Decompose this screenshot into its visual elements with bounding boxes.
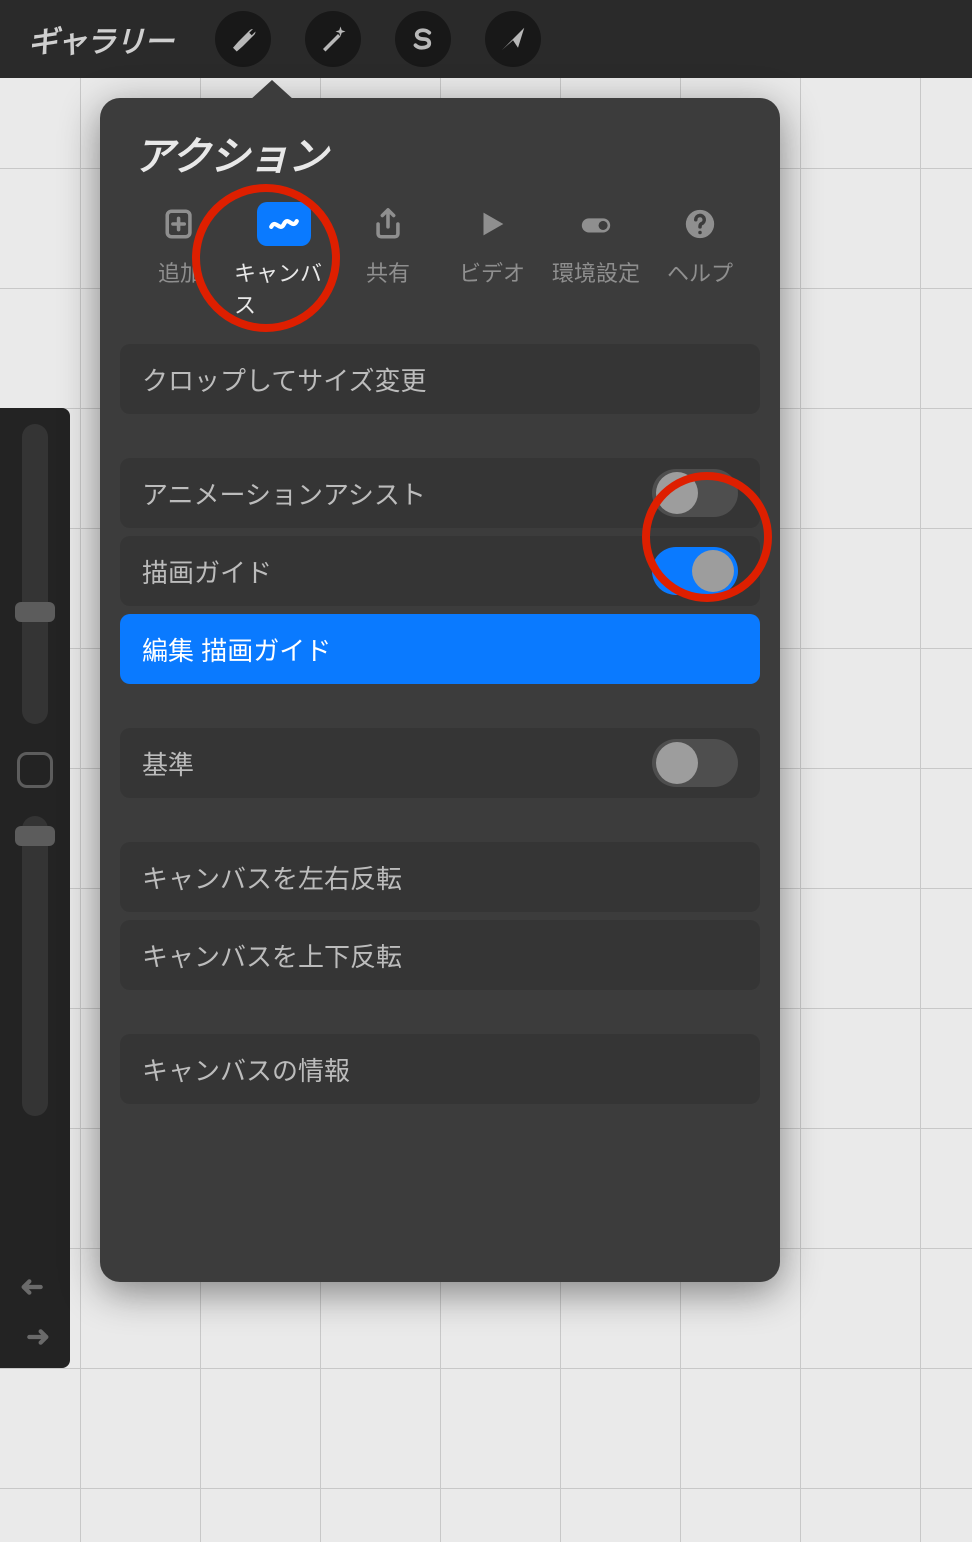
add-icon — [163, 207, 197, 241]
toggle-drawing-guide[interactable] — [652, 547, 738, 595]
row-edit-drawing-guide[interactable]: 編集 描画ガイド — [120, 614, 760, 684]
tab-share[interactable]: 共有 — [338, 202, 438, 320]
tab-canvas[interactable]: キャンバス — [234, 202, 334, 320]
toggle-reference[interactable] — [652, 739, 738, 787]
redo-button[interactable] — [10, 1312, 60, 1362]
canvas-options-list: クロップしてサイズ変更 アニメーションアシスト 描画ガイド 編集 描画ガイド 基… — [120, 344, 760, 1104]
tab-prefs[interactable]: 環境設定 — [546, 202, 646, 320]
modifier-button[interactable] — [17, 752, 53, 788]
top-toolbar: ギャラリー — [0, 0, 972, 78]
selection-button[interactable] — [395, 11, 451, 67]
row-crop-resize[interactable]: クロップしてサイズ変更 — [120, 344, 760, 414]
transform-button[interactable] — [485, 11, 541, 67]
undo-button[interactable] — [10, 1262, 60, 1312]
tab-video[interactable]: ビデオ — [442, 202, 542, 320]
adjustments-button[interactable] — [305, 11, 361, 67]
row-label: 編集 描画ガイド — [142, 631, 331, 668]
toggle-animation-assist[interactable] — [652, 469, 738, 517]
row-label: キャンバスの情報 — [142, 1051, 350, 1088]
slider-thumb[interactable] — [15, 602, 55, 622]
row-reference[interactable]: 基準 — [120, 728, 760, 798]
arrow-icon — [498, 24, 528, 54]
brush-size-slider[interactable] — [22, 424, 48, 724]
undo-icon — [18, 1273, 52, 1301]
actions-button[interactable] — [215, 11, 271, 67]
gallery-button[interactable]: ギャラリー — [28, 17, 173, 61]
row-label: クロップしてサイズ変更 — [142, 361, 426, 398]
left-sidebar — [0, 408, 70, 1368]
tab-add[interactable]: 追加 — [130, 202, 230, 320]
wrench-icon — [228, 24, 258, 54]
actions-tabs: 追加 キャンバス 共有 ビデオ 環境設定 ヘルプ — [120, 182, 760, 344]
s-icon — [408, 24, 438, 54]
row-label: 描画ガイド — [142, 553, 272, 590]
slider-thumb[interactable] — [15, 826, 55, 846]
row-drawing-guide[interactable]: 描画ガイド — [120, 536, 760, 606]
tab-help[interactable]: ヘルプ — [650, 202, 750, 320]
tab-label: ヘルプ — [667, 256, 733, 288]
tab-label: 共有 — [366, 256, 410, 288]
tab-label: 追加 — [158, 256, 202, 288]
redo-icon — [18, 1323, 52, 1351]
wand-icon — [318, 24, 348, 54]
share-icon — [371, 207, 405, 241]
row-label: キャンバスを上下反転 — [142, 937, 402, 974]
tab-label: ビデオ — [459, 256, 525, 288]
tab-label: キャンバス — [234, 256, 334, 320]
row-label: キャンバスを左右反転 — [142, 859, 402, 896]
row-animation-assist[interactable]: アニメーションアシスト — [120, 458, 760, 528]
help-icon — [683, 207, 717, 241]
opacity-slider[interactable] — [22, 816, 48, 1116]
row-flip-horizontal[interactable]: キャンバスを左右反転 — [120, 842, 760, 912]
tab-label: 環境設定 — [552, 256, 640, 288]
canvas-icon — [267, 207, 301, 241]
actions-popover: アクション 追加 キャンバス 共有 ビデオ 環境設定 ヘルプ クロップしてサイズ — [100, 98, 780, 1282]
row-label: 基準 — [142, 745, 194, 782]
row-flip-vertical[interactable]: キャンバスを上下反転 — [120, 920, 760, 990]
row-canvas-info[interactable]: キャンバスの情報 — [120, 1034, 760, 1104]
play-icon — [475, 207, 509, 241]
toggle-icon — [579, 207, 613, 241]
popover-title: アクション — [120, 124, 760, 182]
row-label: アニメーションアシスト — [142, 475, 426, 512]
popover-arrow — [250, 80, 294, 100]
